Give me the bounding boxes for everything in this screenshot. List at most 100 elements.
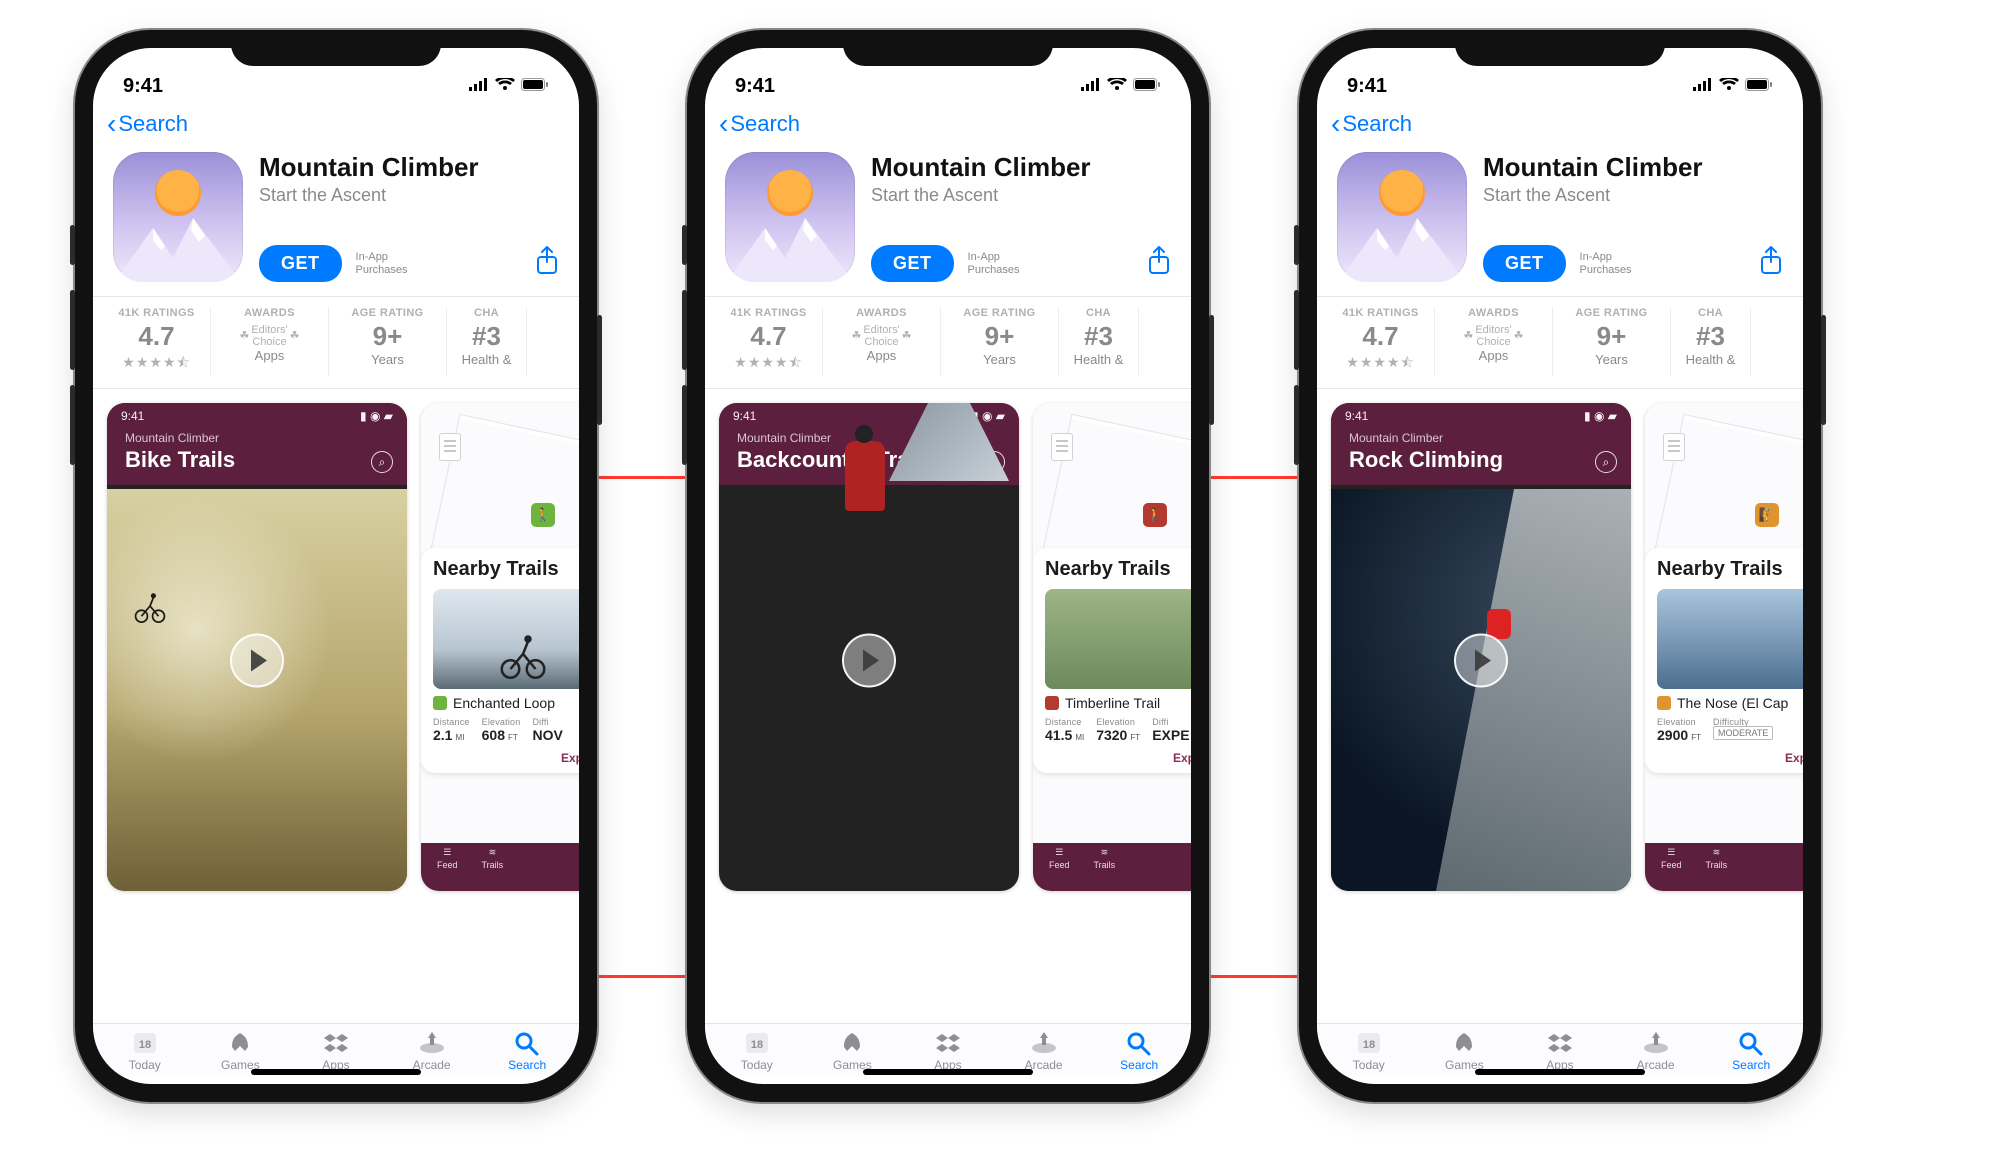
tab-search[interactable]: Search xyxy=(1703,1030,1799,1072)
get-button[interactable]: GET xyxy=(1483,245,1566,282)
battery-icon xyxy=(1745,75,1773,98)
tab-today[interactable]: 18Today xyxy=(709,1030,805,1072)
stat-awards[interactable]: AWARDS☘Editors'Choice☘Apps xyxy=(1435,307,1553,376)
stat-age[interactable]: AGE RATING 9+ Years xyxy=(329,307,447,376)
device-frame: 9:41 ‹Search Mountain Climber Start the … xyxy=(1299,30,1821,1102)
battery-icon xyxy=(521,75,549,98)
stat-age[interactable]: AGE RATING9+Years xyxy=(941,307,1059,376)
tab-apps[interactable]: Apps xyxy=(900,1030,996,1072)
tab-games[interactable]: Games xyxy=(805,1030,901,1072)
svg-text:18: 18 xyxy=(1363,1039,1375,1051)
screenshot-map-trails[interactable]: 🚶 Nearby Trails Timberline Trail Distanc… xyxy=(1033,403,1191,891)
in-app-purchases-label: In-AppPurchases xyxy=(1580,251,1632,275)
app-name: Mountain Climber xyxy=(871,152,1171,183)
app-name: Mountain Climber xyxy=(1483,152,1783,183)
rating-stars-icon: ★★★★⯪ xyxy=(1333,352,1428,376)
svg-text:18: 18 xyxy=(139,1039,151,1051)
inner-status-icons: ▮ ◉ ▰ xyxy=(360,409,393,423)
chevron-left-icon: ‹ xyxy=(1331,110,1340,138)
tab-today[interactable]: 18Today xyxy=(97,1030,193,1072)
tab-arcade[interactable]: Arcade xyxy=(1608,1030,1704,1072)
app-icon[interactable] xyxy=(113,152,243,282)
home-indicator[interactable] xyxy=(251,1069,421,1075)
tab-games[interactable]: Games xyxy=(1417,1030,1513,1072)
editors-choice-icon: ☘Editors'Choice☘ xyxy=(239,325,299,348)
screenshot-gallery[interactable]: 9:41▮ ◉ ▰Mountain ClimberRock Climbing⌕ … xyxy=(1317,389,1803,899)
app-subtitle: Start the Ascent xyxy=(259,185,559,206)
app-subtitle: Start the Ascent xyxy=(871,185,1171,206)
screenshot-preview-video[interactable]: 9:41▮ ◉ ▰Mountain ClimberBackcountry Tra… xyxy=(719,403,1019,891)
app-subtitle: Start the Ascent xyxy=(1483,185,1783,206)
tab-arcade[interactable]: Arcade xyxy=(384,1030,480,1072)
get-button[interactable]: GET xyxy=(259,245,342,282)
battery-icon xyxy=(1133,75,1161,98)
share-button[interactable] xyxy=(535,246,559,281)
editors-choice-icon: ☘Editors'Choice☘ xyxy=(1463,325,1523,348)
share-button[interactable] xyxy=(1759,246,1783,281)
wifi-icon xyxy=(1719,75,1739,98)
stat-ratings[interactable]: 41K RATINGS4.7★★★★⯪ xyxy=(1317,307,1435,376)
device-notch xyxy=(1455,30,1665,66)
screenshot-gallery[interactable]: 9:41▮ ◉ ▰Mountain ClimberBackcountry Tra… xyxy=(705,389,1191,899)
in-app-purchases-label: In-AppPurchases xyxy=(356,251,408,275)
stat-chart[interactable]: CHA#3Health & xyxy=(1059,307,1139,376)
map-pin-icon: 🚶 xyxy=(1143,503,1167,527)
cellular-icon xyxy=(1693,75,1713,98)
device-notch xyxy=(843,30,1053,66)
device-frame: 9:41 ‹Search Mountain Climber Start the … xyxy=(687,30,1209,1102)
stat-ratings[interactable]: 41K RATINGS4.7★★★★⯪ xyxy=(705,307,823,376)
nearby-trails-heading: Nearby Trails xyxy=(433,558,579,581)
tab-games[interactable]: Games xyxy=(193,1030,289,1072)
tab-arcade[interactable]: Arcade xyxy=(996,1030,1092,1072)
share-button[interactable] xyxy=(1147,246,1171,281)
tab-search[interactable]: Search xyxy=(479,1030,575,1072)
stats-bar[interactable]: 41K RATINGS4.7★★★★⯪ AWARDS☘Editors'Choic… xyxy=(1317,296,1803,389)
stat-awards[interactable]: AWARDS☘Editors'Choice☘Apps xyxy=(823,307,941,376)
stat-ratings[interactable]: 41K RATINGS 4.7 ★★★★⯪ xyxy=(93,307,211,376)
play-button-icon[interactable] xyxy=(1454,634,1508,688)
stat-age[interactable]: AGE RATING9+Years xyxy=(1553,307,1671,376)
expand-search-link[interactable]: Expand Sea xyxy=(1045,751,1191,765)
rating-stars-icon: ★★★★⯪ xyxy=(721,352,816,376)
screenshot-map-trails[interactable]: 🚶 Nearby Trails Enchanted Loop Distance2… xyxy=(421,403,579,891)
map-pin-icon: 🚶 xyxy=(531,503,555,527)
screenshot-map-trails[interactable]: 🧗 Nearby Trails The Nose (El Cap Elevati… xyxy=(1645,403,1803,891)
screenshot-preview-video[interactable]: 9:41▮ ◉ ▰ Mountain Climber Bike Trails ⌕ xyxy=(107,403,407,891)
cellular-icon xyxy=(1081,75,1101,98)
play-button-icon[interactable] xyxy=(842,634,896,688)
tab-apps[interactable]: Apps xyxy=(288,1030,384,1072)
app-icon[interactable] xyxy=(1337,152,1467,282)
status-time: 9:41 xyxy=(735,75,775,98)
back-button[interactable]: ‹Search xyxy=(719,110,800,138)
back-button[interactable]: ‹ Search xyxy=(107,110,188,138)
wifi-icon xyxy=(1107,75,1127,98)
tab-apps[interactable]: Apps xyxy=(1512,1030,1608,1072)
stat-chart[interactable]: CHA #3 Health & xyxy=(447,307,527,376)
chevron-left-icon: ‹ xyxy=(719,110,728,138)
back-button[interactable]: ‹Search xyxy=(1331,110,1412,138)
tab-search[interactable]: Search xyxy=(1091,1030,1187,1072)
play-button-icon[interactable] xyxy=(230,634,284,688)
app-icon[interactable] xyxy=(725,152,855,282)
get-button[interactable]: GET xyxy=(871,245,954,282)
stats-bar[interactable]: 41K RATINGS4.7★★★★⯪ AWARDS☘Editors'Choic… xyxy=(705,296,1191,389)
svg-text:18: 18 xyxy=(751,1039,763,1051)
home-indicator[interactable] xyxy=(863,1069,1033,1075)
home-indicator[interactable] xyxy=(1475,1069,1645,1075)
stat-chart[interactable]: CHA#3Health & xyxy=(1671,307,1751,376)
doc-icon xyxy=(1051,433,1073,461)
expand-search-link[interactable]: Expand Sea xyxy=(433,751,579,765)
screenshot-title: Bike Trails xyxy=(125,447,389,473)
stat-awards[interactable]: AWARDS ☘Editors'Choice☘ Apps xyxy=(211,307,329,376)
expand-search-link[interactable]: Expand Sea xyxy=(1657,751,1803,765)
device-frame: 9:41 ‹ Search Mountain C xyxy=(75,30,597,1102)
screenshot-gallery[interactable]: 9:41▮ ◉ ▰ Mountain Climber Bike Trails ⌕… xyxy=(93,389,579,899)
doc-icon xyxy=(1663,433,1685,461)
screenshot-preview-video[interactable]: 9:41▮ ◉ ▰Mountain ClimberRock Climbing⌕ xyxy=(1331,403,1631,891)
doc-icon xyxy=(439,433,461,461)
tab-today[interactable]: 18Today xyxy=(1321,1030,1417,1072)
status-time: 9:41 xyxy=(123,75,163,98)
rating-stars-icon: ★★★★⯪ xyxy=(109,352,204,376)
status-time: 9:41 xyxy=(1347,75,1387,98)
stats-bar[interactable]: 41K RATINGS 4.7 ★★★★⯪ AWARDS ☘Editors'Ch… xyxy=(93,296,579,389)
